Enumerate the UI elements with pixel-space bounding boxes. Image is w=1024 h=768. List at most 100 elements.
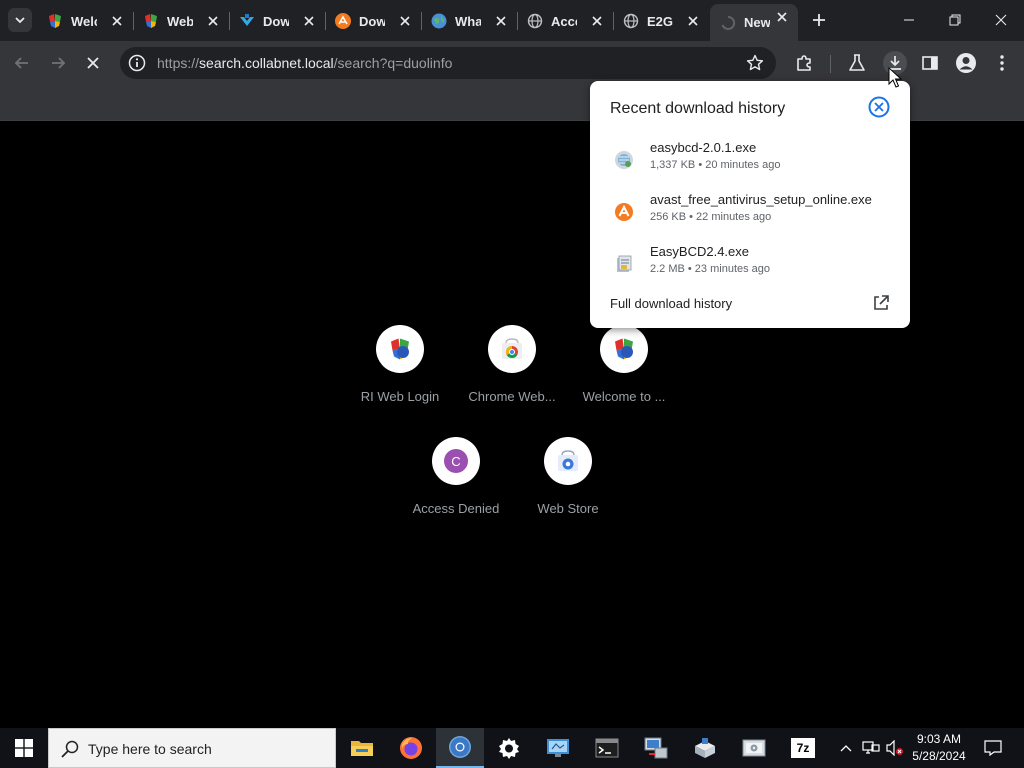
close-icon — [995, 14, 1007, 26]
close-icon[interactable] — [774, 9, 790, 25]
network-status-button[interactable] — [860, 728, 882, 768]
close-icon[interactable] — [205, 13, 221, 29]
tab-6[interactable]: Acce — [517, 8, 613, 34]
globe-icon — [431, 13, 447, 29]
taskbar-app-firefox[interactable] — [387, 728, 435, 768]
site-info-icon[interactable] — [128, 54, 146, 72]
shortcut-tile[interactable]: RI Web Login — [344, 313, 456, 425]
mouse-cursor-icon — [888, 67, 902, 88]
taskbar-app-7zip[interactable]: 7z — [779, 728, 827, 768]
close-icon[interactable] — [868, 96, 890, 118]
close-icon[interactable] — [589, 13, 605, 29]
taskbar-app-settings[interactable] — [485, 728, 533, 768]
close-icon[interactable] — [493, 13, 509, 29]
toolbar-divider — [830, 55, 831, 73]
tab-3[interactable]: Dow — [229, 8, 325, 34]
shortcut-tile[interactable]: Chrome Web... — [456, 313, 568, 425]
stop-loading-button[interactable] — [81, 51, 105, 75]
restore-button[interactable] — [932, 0, 978, 40]
back-button[interactable] — [10, 51, 34, 75]
tab-title: Wha — [455, 13, 481, 29]
speaker-muted-icon — [886, 740, 903, 756]
download-file-meta: 2.2 MB • 23 minutes ago — [650, 263, 771, 275]
avast-icon — [335, 13, 351, 29]
taskbar-clock[interactable]: 9:03 AM 5/28/2024 — [908, 731, 970, 765]
flask-icon — [849, 54, 865, 71]
avatar-icon — [956, 53, 976, 73]
duolingo-icon — [615, 338, 633, 360]
download-item[interactable]: avast_free_antivirus_setup_online.exe 25… — [590, 192, 910, 244]
profile-button[interactable] — [955, 52, 977, 74]
url-text[interactable]: https://search.collabnet.local/search?q=… — [157, 55, 452, 71]
arrow-left-icon — [14, 57, 28, 69]
bookmark-star-icon[interactable] — [746, 54, 764, 72]
tab-title: Acce — [551, 13, 577, 29]
remote-desktop-icon — [547, 739, 569, 757]
taskbar-app-network-tool[interactable] — [632, 728, 680, 768]
address-bar[interactable]: https://search.collabnet.local/search?q=… — [120, 47, 776, 79]
volume-button[interactable] — [884, 728, 906, 768]
close-icon[interactable] — [109, 13, 125, 29]
shortcut-tile[interactable]: Welcome to ... — [568, 313, 680, 425]
installer-icon — [695, 738, 715, 758]
show-hidden-icons-button[interactable] — [836, 728, 856, 768]
letter-c-icon: C — [444, 449, 468, 473]
shortcut-icon-circle — [488, 325, 536, 373]
windows-taskbar: Type here to search 7z 9:03 AM 5/28/2024 — [0, 728, 1024, 768]
tab-2[interactable]: Web — [133, 8, 229, 34]
download-item[interactable]: EasyBCD2.4.exe 2.2 MB • 23 minutes ago — [590, 244, 910, 296]
download-file-meta: 256 KB • 22 minutes ago — [650, 211, 772, 223]
shortcut-label: RI Web Login — [360, 389, 440, 404]
side-panel-button[interactable] — [919, 52, 941, 74]
start-button[interactable] — [0, 728, 48, 768]
close-icon[interactable] — [301, 13, 317, 29]
menu-button[interactable] — [991, 52, 1013, 74]
clock-time: 9:03 AM — [916, 732, 962, 746]
labs-button[interactable] — [846, 52, 868, 74]
shortcut-tile[interactable]: Web Store — [512, 425, 624, 537]
shortcut-label: Access Denied — [412, 501, 500, 516]
tab-title: New — [744, 15, 770, 30]
close-icon[interactable] — [397, 13, 413, 29]
search-icon — [61, 740, 79, 758]
action-center-button[interactable] — [978, 728, 1008, 768]
download-file-name: EasyBCD2.4.exe — [650, 244, 749, 259]
side-panel-icon — [922, 56, 938, 70]
tab-active-new-tab[interactable]: New — [710, 4, 798, 41]
extensions-button[interactable] — [793, 52, 815, 74]
taskbar-app-installer[interactable] — [681, 728, 729, 768]
full-download-history-link[interactable]: Full download history — [610, 296, 732, 311]
shortcut-tile[interactable]: C Access Denied — [400, 425, 512, 537]
taskbar-app-terminal[interactable] — [583, 728, 631, 768]
desktop-screen: Welc Web Dow Dow — [0, 0, 1024, 768]
minimize-button[interactable] — [886, 0, 932, 40]
download-item[interactable]: easybcd-2.0.1.exe 1,337 KB • 20 minutes … — [590, 140, 910, 192]
tab-7[interactable]: E2Gu — [613, 8, 709, 34]
tab-5[interactable]: Wha — [421, 8, 517, 34]
duolingo-icon — [143, 13, 159, 29]
close-icon — [87, 57, 99, 69]
taskbar-app-remote-desktop[interactable] — [534, 728, 582, 768]
taskbar-app-file-explorer[interactable] — [338, 728, 386, 768]
shortcut-icon-circle — [544, 437, 592, 485]
taskbar-search-box[interactable]: Type here to search — [48, 728, 336, 768]
puzzle-icon — [797, 55, 811, 71]
tab-search-button[interactable] — [8, 8, 32, 32]
new-tab-button[interactable] — [808, 9, 830, 31]
open-in-new-icon[interactable] — [872, 294, 890, 312]
arrow-right-icon — [52, 57, 66, 69]
forward-button[interactable] — [46, 51, 70, 75]
tab-1[interactable]: Welc — [37, 8, 133, 34]
7zip-icon: 7z — [791, 738, 815, 758]
taskbar-app-disk-tool[interactable] — [730, 728, 778, 768]
duolingo-icon — [47, 13, 63, 29]
installer-icon — [617, 255, 632, 272]
network-icon — [862, 741, 880, 754]
close-window-button[interactable] — [978, 0, 1024, 40]
shortcut-icon-circle — [376, 325, 424, 373]
settings-icon — [499, 738, 519, 759]
plus-icon — [813, 14, 825, 26]
tab-4[interactable]: Dow — [325, 8, 421, 34]
taskbar-app-chrome[interactable] — [436, 728, 484, 768]
close-icon[interactable] — [685, 13, 701, 29]
